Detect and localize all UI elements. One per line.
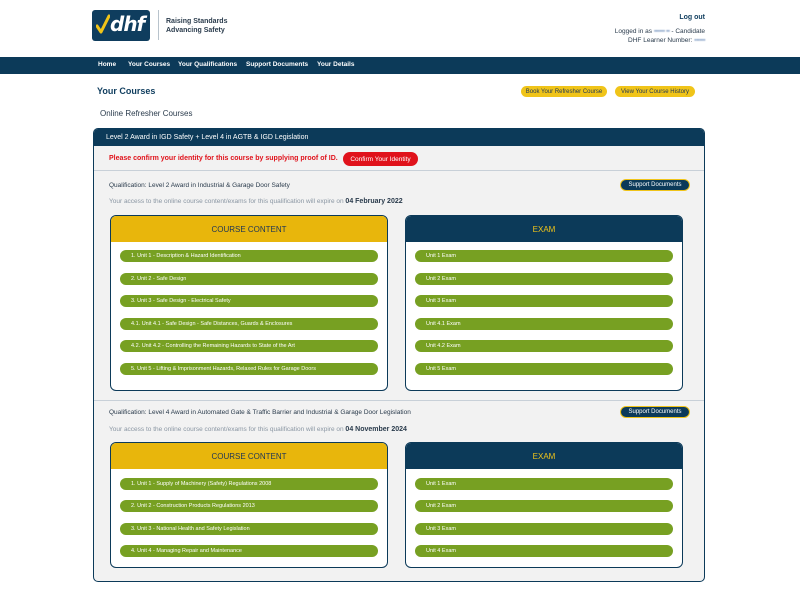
unit-link[interactable]: 3. Unit 3 - National Health and Safety L…: [120, 523, 378, 535]
logo-text: dhf: [110, 12, 145, 36]
exam-heading: EXAM: [406, 443, 682, 469]
redacted-name: ▪▪▪▪▪▪ ▪▪: [653, 28, 670, 35]
exam-heading: EXAM: [406, 216, 682, 242]
expiry-date: 04 February 2022: [345, 198, 403, 205]
unit-link[interactable]: 1. Unit 1 - Supply of Machinery (Safety)…: [120, 478, 378, 490]
identity-notice: Please confirm your identity for this co…: [94, 146, 704, 171]
checkmark-icon: [96, 14, 110, 34]
nav-home[interactable]: Home: [98, 61, 116, 68]
nav-support-documents[interactable]: Support Documents: [246, 61, 308, 68]
course-history-button[interactable]: View Your Course History: [615, 86, 695, 97]
unit-link[interactable]: 2. Unit 2 - Safe Design: [120, 273, 378, 285]
course-content-heading: COURSE CONTENT: [111, 216, 387, 242]
course-content-heading: COURSE CONTENT: [111, 443, 387, 469]
support-documents-button[interactable]: Support Documents: [620, 179, 690, 191]
exam-link[interactable]: Unit 5 Exam: [415, 363, 673, 375]
exam-panel: EXAM Unit 1 Exam Unit 2 Exam Unit 3 Exam…: [405, 442, 683, 568]
qualification-title: Qualification: Level 2 Award in Industri…: [109, 182, 290, 189]
unit-link[interactable]: 4. Unit 4 - Managing Repair and Maintena…: [120, 545, 378, 557]
qualification-section: Qualification: Level 4 Award in Automate…: [94, 401, 704, 581]
dhf-logo[interactable]: dhf: [92, 10, 150, 41]
course-title: Level 2 Award in IGD Safety + Level 4 in…: [94, 129, 704, 146]
confirm-identity-button[interactable]: Confirm Your Identity: [343, 152, 418, 166]
course-content-panel: COURSE CONTENT 1. Unit 1 - Description &…: [110, 215, 388, 391]
logo-divider: [158, 10, 159, 40]
qualification-section: Qualification: Level 2 Award in Industri…: [94, 171, 704, 400]
qualification-access: Your access to the online course content…: [109, 198, 403, 205]
qualification-title: Qualification: Level 4 Award in Automate…: [109, 409, 411, 416]
main-nav: Home Your Courses Your Qualifications Su…: [0, 57, 800, 74]
exam-link[interactable]: Unit 4.2 Exam: [415, 340, 673, 352]
nav-your-courses[interactable]: Your Courses: [128, 61, 170, 68]
qualification-access: Your access to the online course content…: [109, 426, 407, 433]
expiry-date: 04 November 2024: [345, 426, 407, 433]
unit-link[interactable]: 1. Unit 1 - Description & Hazard Identif…: [120, 250, 378, 262]
unit-link[interactable]: 2. Unit 2 - Construction Products Regula…: [120, 500, 378, 512]
redacted-number: ▪▪▪▪▪▪: [694, 37, 705, 44]
exam-link[interactable]: Unit 3 Exam: [415, 523, 673, 535]
tagline: Raising Standards Advancing Safety: [166, 18, 228, 34]
course-box: Level 2 Award in IGD Safety + Level 4 in…: [93, 128, 705, 582]
section-subheading: Online Refresher Courses: [100, 109, 193, 118]
support-documents-button[interactable]: Support Documents: [620, 406, 690, 418]
exam-link[interactable]: Unit 1 Exam: [415, 250, 673, 262]
nav-your-details[interactable]: Your Details: [317, 61, 354, 68]
site-header: dhf Raising Standards Advancing Safety L…: [0, 0, 800, 57]
unit-link[interactable]: 4.2. Unit 4.2 - Controlling the Remainin…: [120, 340, 378, 352]
exam-link[interactable]: Unit 4 Exam: [415, 545, 673, 557]
exam-link[interactable]: Unit 2 Exam: [415, 273, 673, 285]
page-title: Your Courses: [97, 86, 156, 96]
login-info: Logged in as ▪▪▪▪▪▪ ▪▪ - Candidate DHF L…: [614, 28, 706, 44]
exam-link[interactable]: Unit 3 Exam: [415, 295, 673, 307]
exam-panel: EXAM Unit 1 Exam Unit 2 Exam Unit 3 Exam…: [405, 215, 683, 391]
logout-link[interactable]: Log out: [679, 14, 705, 21]
unit-link[interactable]: 5. Unit 5 - Lifting & Imprisonment Hazar…: [120, 363, 378, 375]
book-refresher-button[interactable]: Book Your Refresher Course: [521, 86, 607, 97]
identity-notice-text: Please confirm your identity for this co…: [109, 155, 338, 162]
exam-link[interactable]: Unit 4.1 Exam: [415, 318, 673, 330]
exam-link[interactable]: Unit 1 Exam: [415, 478, 673, 490]
unit-link[interactable]: 4.1. Unit 4.1 - Safe Design - Safe Dista…: [120, 318, 378, 330]
course-content-panel: COURSE CONTENT 1. Unit 1 - Supply of Mac…: [110, 442, 388, 568]
nav-your-qualifications[interactable]: Your Qualifications: [178, 61, 237, 68]
unit-link[interactable]: 3. Unit 3 - Safe Design - Electrical Saf…: [120, 295, 378, 307]
exam-link[interactable]: Unit 2 Exam: [415, 500, 673, 512]
